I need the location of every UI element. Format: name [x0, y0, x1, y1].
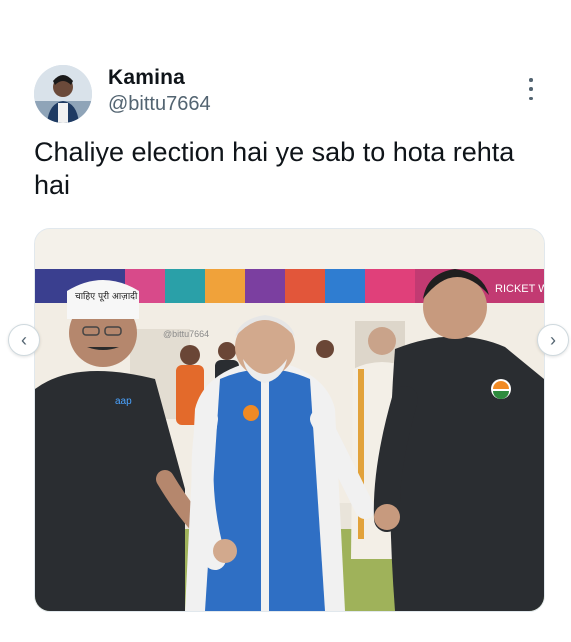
cap-text: चाहिए पूरी आज़ादी: [75, 290, 138, 302]
meme-photo: RICKET W चाहिए पूरी आज़ादी aap @bittu766…: [35, 229, 544, 611]
chevron-right-icon: ›: [550, 330, 556, 350]
shirt-logo: aap: [115, 396, 132, 407]
tweet-card: Kamina @bittu7664 Chaliye election hai y…: [0, 0, 571, 642]
author-avatar[interactable]: [34, 65, 92, 123]
chevron-left-icon: ‹: [21, 330, 27, 350]
prev-image-button[interactable]: ‹: [8, 324, 40, 356]
banner-text: RICKET W: [495, 283, 544, 295]
tweet-text: Chaliye election hai ye sab to hota reht…: [34, 137, 515, 200]
tweet-media-image[interactable]: RICKET W चाहिए पूरी आज़ादी aap @bittu766…: [34, 228, 545, 612]
watermark-text: @bittu7664: [163, 329, 209, 339]
author-display-name[interactable]: Kamina: [108, 66, 185, 90]
avatar-photo-icon: [34, 65, 92, 123]
more-options-icon[interactable]: [524, 78, 538, 100]
next-image-button[interactable]: ›: [537, 324, 569, 356]
author-handle[interactable]: @bittu7664: [108, 93, 211, 116]
